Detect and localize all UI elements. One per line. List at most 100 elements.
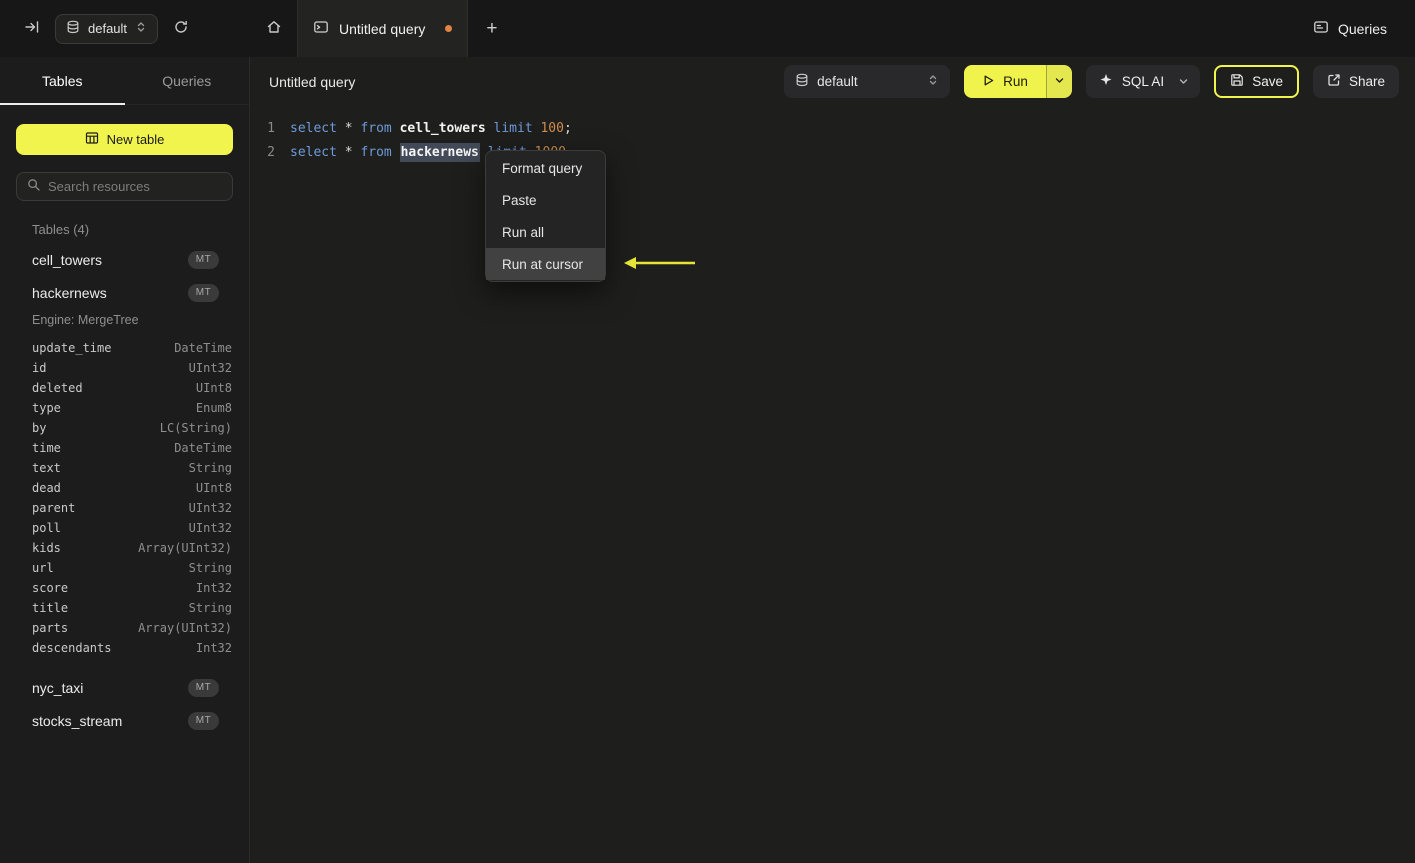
sidebar-tabs: Tables Queries (0, 57, 249, 105)
engine-badge: MT (188, 711, 219, 730)
sql-ai-button[interactable]: SQL AI (1085, 65, 1201, 98)
table-name: stocks_stream (32, 712, 123, 729)
home-icon (266, 19, 282, 38)
new-tab-button[interactable]: + (468, 0, 515, 57)
engine-label: Engine: MergeTree (32, 313, 139, 327)
column-row[interactable]: descendants Int32 (0, 638, 249, 658)
save-icon (1230, 73, 1244, 90)
save-button[interactable]: Save (1214, 65, 1299, 98)
query-tab-icon (313, 19, 329, 38)
tab-untitled-query[interactable]: Untitled query (297, 0, 469, 57)
run-button-group: Run (964, 65, 1072, 98)
engine-badge: MT (188, 250, 219, 269)
column-type: UInt8 (195, 481, 232, 495)
column-name: title (32, 601, 69, 615)
new-table-label: New table (106, 132, 165, 147)
column-row[interactable]: text String (0, 458, 249, 478)
table-row-nyc-taxi[interactable]: nyc_taxi MT (0, 671, 249, 704)
column-type: Array(UInt32) (138, 541, 232, 555)
query-title: Untitled query (269, 73, 356, 90)
main-database-selector[interactable]: default (784, 65, 951, 98)
engine-badge: MT (188, 678, 219, 697)
queries-icon (1313, 19, 1329, 38)
search-box (16, 172, 233, 201)
column-list: update_time DateTime id UInt32 deleted UInt8 t… (0, 338, 249, 658)
column-type: Int32 (195, 641, 232, 655)
column-row[interactable]: update_time DateTime (0, 338, 249, 358)
run-button-label: Run (1003, 74, 1028, 89)
column-name: deleted (32, 381, 83, 395)
sql-editor[interactable]: 1 select * from cell_towers limit 100; 2 se… (251, 106, 1415, 863)
queries-button-label: Queries (1337, 20, 1387, 37)
column-row[interactable]: score Int32 (0, 578, 249, 598)
column-name: type (32, 401, 61, 415)
column-row[interactable]: parent UInt32 (0, 498, 249, 518)
menu-item-paste[interactable]: Paste (486, 184, 605, 216)
main-database-value: default (817, 74, 858, 89)
collapse-sidebar-button[interactable] (20, 15, 44, 42)
new-table-button[interactable]: New table (16, 124, 233, 155)
database-icon (66, 20, 80, 37)
save-button-label: Save (1252, 74, 1283, 89)
table-name: nyc_taxi (32, 679, 84, 696)
context-menu: Format query Paste Run all Run at cursor (485, 150, 606, 282)
unsaved-indicator-dot (445, 25, 453, 32)
share-button-label: Share (1348, 74, 1385, 89)
column-type: LC(String) (159, 421, 232, 435)
play-icon (982, 74, 995, 90)
column-row[interactable]: dead UInt8 (0, 478, 249, 498)
sidebar-tab-tables[interactable]: Tables (0, 57, 125, 105)
updown-chevrons-icon (135, 21, 147, 36)
ai-sparkle-icon (1099, 73, 1113, 90)
column-row[interactable]: parts Array(UInt32) (0, 618, 249, 638)
column-row[interactable]: by LC(String) (0, 418, 249, 438)
run-options-button[interactable] (1045, 65, 1072, 98)
chevron-down-icon (1054, 74, 1065, 89)
code-line[interactable]: 1 select * from cell_towers limit 100; (251, 116, 1415, 140)
top-bar-left: default (0, 0, 250, 57)
column-row[interactable]: kids Array(UInt32) (0, 538, 249, 558)
table-name: hackernews (32, 284, 107, 301)
run-button[interactable]: Run (964, 65, 1046, 98)
column-row[interactable]: title String (0, 598, 249, 618)
column-type: UInt32 (188, 361, 232, 375)
column-row[interactable]: type Enum8 (0, 398, 249, 418)
column-name: url (32, 561, 54, 575)
queries-button[interactable]: Queries (1313, 19, 1387, 38)
table-row-stocks-stream[interactable]: stocks_stream MT (0, 704, 249, 737)
column-type: UInt32 (188, 521, 232, 535)
sidebar-tab-queries[interactable]: Queries (125, 57, 250, 104)
share-icon (1327, 73, 1341, 90)
menu-item-format-query[interactable]: Format query (486, 152, 605, 184)
share-button[interactable]: Share (1312, 65, 1399, 98)
column-type: Array(UInt32) (138, 621, 232, 635)
code-line[interactable]: 2select * from hackernews limit 1000 (251, 140, 1415, 164)
tab-strip: Untitled query + (250, 0, 515, 57)
column-type: String (188, 461, 232, 475)
column-name: time (32, 441, 61, 455)
editor-lines: 1 select * from cell_towers limit 100; 2 se… (251, 116, 1415, 164)
column-type: String (188, 601, 232, 615)
search-input[interactable] (48, 179, 222, 194)
column-row[interactable]: deleted UInt8 (0, 378, 249, 398)
column-name: parts (32, 621, 69, 635)
menu-item-run-all[interactable]: Run all (486, 216, 605, 248)
home-button[interactable] (250, 0, 297, 57)
column-type: UInt32 (188, 501, 232, 515)
refresh-button[interactable] (169, 15, 193, 42)
topbar-database-selector[interactable]: default (55, 13, 159, 44)
menu-item-run-at-cursor[interactable]: Run at cursor (486, 248, 605, 280)
table-row-hackernews[interactable]: hackernews MT (0, 276, 249, 309)
column-name: by (32, 421, 47, 435)
column-type: DateTime (174, 441, 232, 455)
column-row[interactable]: time DateTime (0, 438, 249, 458)
column-row[interactable]: poll UInt32 (0, 518, 249, 538)
column-row[interactable]: url String (0, 558, 249, 578)
column-type: Enum8 (195, 401, 232, 415)
collapse-sidebar-icon (24, 19, 40, 38)
line-number: 1 (267, 120, 275, 136)
database-icon (795, 73, 809, 90)
column-row[interactable]: id UInt32 (0, 358, 249, 378)
table-row-cell-towers[interactable]: cell_towers MT (0, 243, 249, 276)
refresh-icon (173, 19, 189, 38)
